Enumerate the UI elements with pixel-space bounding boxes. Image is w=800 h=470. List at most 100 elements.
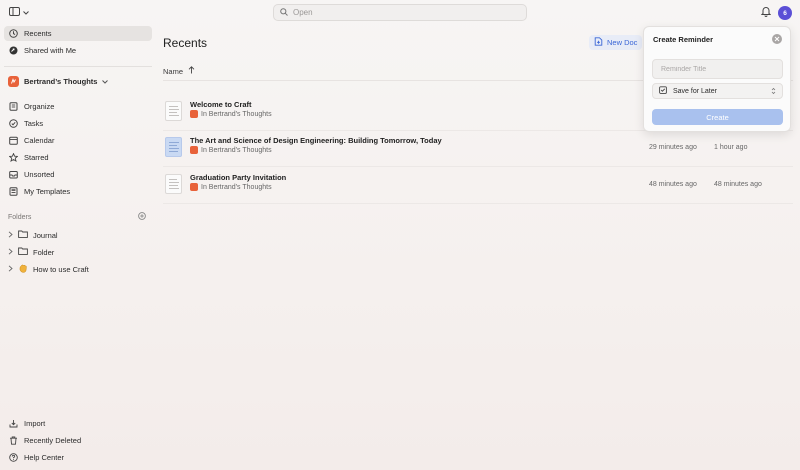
sidebar-item-label: Help Center — [24, 453, 65, 462]
sidebar: Recents Shared with Me Bertrand’s Though… — [0, 26, 153, 470]
folders-header: Folders — [8, 212, 146, 222]
chevron-right-icon — [8, 230, 13, 240]
sidebar-item-shared-with-me[interactable]: Shared with Me — [4, 43, 152, 58]
import-icon — [9, 419, 18, 428]
document-created: 48 minutes ago — [714, 181, 762, 188]
document-location-label: In Bertrand’s Thoughts — [201, 146, 272, 154]
document-modified: 48 minutes ago — [649, 181, 697, 188]
sidebar-item-organize[interactable]: Organize — [4, 99, 152, 114]
folders-heading: Folders — [8, 213, 32, 221]
trash-icon — [9, 436, 18, 445]
sidebar-item-starred[interactable]: Starred — [4, 150, 152, 165]
sidebar-item-label: Calendar — [24, 136, 55, 145]
sidebar-item-label: Organize — [24, 102, 55, 111]
search-bar[interactable] — [273, 4, 527, 21]
chevron-right-icon — [8, 247, 13, 257]
organize-icon — [9, 102, 18, 111]
space-logo-icon — [8, 75, 19, 87]
sidebar-item-label: Recently Deleted — [24, 436, 82, 445]
new-doc-button[interactable]: New Doc — [589, 35, 643, 50]
document-modified: 29 minutes ago — [649, 144, 697, 151]
sidebar-item-label: Import — [24, 419, 46, 428]
space-logo-icon — [190, 146, 198, 154]
folder-label: Folder — [33, 247, 55, 257]
space-logo-icon — [190, 183, 198, 191]
create-reminder-button[interactable]: Create — [652, 109, 783, 125]
table-row[interactable]: The Art and Science of Design Engineerin… — [163, 131, 793, 167]
folder-label: Journal — [33, 230, 58, 240]
document-location: In Bertrand’s Thoughts — [190, 183, 272, 191]
sidebar-item-label: Starred — [24, 153, 49, 162]
top-bar: 6 — [0, 0, 800, 26]
avatar[interactable]: 6 — [778, 6, 792, 20]
document-created: 1 hour ago — [714, 144, 748, 151]
document-title: The Art and Science of Design Engineerin… — [190, 136, 442, 145]
clock-icon — [9, 29, 18, 38]
sort-label: Name — [163, 66, 184, 76]
folder-item-journal[interactable]: Journal — [8, 228, 58, 242]
chevron-down-icon — [102, 77, 109, 86]
save-later-icon — [659, 86, 667, 96]
sidebar-item-help-center[interactable]: Help Center — [4, 450, 152, 465]
reminder-list-value: Save for Later — [673, 87, 717, 95]
template-icon — [9, 187, 18, 196]
sidebar-toggle-button[interactable] — [9, 7, 29, 18]
close-icon — [774, 35, 780, 44]
folder-item-how-to-use-craft[interactable]: How to use Craft — [8, 262, 89, 276]
space-name: Bertrand’s Thoughts — [24, 76, 98, 86]
sort-by-name-button[interactable]: Name — [163, 66, 195, 76]
page-title: Recents — [163, 36, 208, 50]
search-input[interactable] — [293, 8, 513, 17]
sidebar-item-my-templates[interactable]: My Templates — [4, 184, 152, 199]
space-logo-icon — [190, 110, 198, 118]
document-location-label: In Bertrand’s Thoughts — [201, 183, 272, 191]
folder-label: How to use Craft — [33, 264, 89, 274]
document-title: Welcome to Craft — [190, 100, 252, 109]
sidebar-item-recents[interactable]: Recents — [4, 26, 152, 41]
help-icon — [9, 453, 18, 462]
search-icon — [280, 7, 288, 18]
sidebar-item-calendar[interactable]: Calendar — [4, 133, 152, 148]
notifications-button[interactable] — [760, 6, 772, 19]
chevron-right-icon — [8, 264, 13, 274]
arrow-up-icon — [188, 66, 195, 76]
sidebar-item-label: Unsorted — [24, 170, 55, 179]
reminder-title-input[interactable] — [652, 59, 783, 79]
close-button[interactable] — [772, 34, 782, 44]
sidebar-item-label: Tasks — [24, 119, 44, 128]
document-location: In Bertrand’s Thoughts — [190, 146, 272, 154]
hand-wave-icon — [18, 264, 28, 275]
sidebar-icon — [9, 7, 20, 18]
folder-icon — [18, 247, 28, 257]
sidebar-item-label: Recents — [24, 29, 52, 38]
new-doc-icon — [594, 37, 603, 48]
sidebar-item-label: Shared with Me — [24, 46, 77, 55]
inbox-icon — [9, 170, 18, 179]
create-reminder-popover: Create Reminder Save for Later Create — [643, 26, 791, 132]
sidebar-item-unsorted[interactable]: Unsorted — [4, 167, 152, 182]
calendar-icon — [9, 136, 18, 145]
sidebar-divider — [4, 66, 152, 67]
chevron-down-icon — [23, 8, 29, 17]
sidebar-item-import[interactable]: Import — [4, 416, 152, 431]
document-thumbnail — [165, 174, 182, 194]
updown-chevron-icon — [771, 87, 776, 97]
document-thumbnail — [165, 137, 182, 157]
document-title: Graduation Party Invitation — [190, 173, 287, 182]
sidebar-item-label: My Templates — [24, 187, 71, 196]
folder-icon — [18, 230, 28, 240]
sidebar-item-tasks[interactable]: Tasks — [4, 116, 152, 131]
add-folder-button[interactable] — [138, 212, 146, 222]
table-row[interactable]: Graduation Party Invitation In Bertrand’… — [163, 168, 793, 204]
space-switcher[interactable]: Bertrand’s Thoughts — [4, 74, 109, 88]
new-doc-label: New Doc — [607, 38, 638, 47]
shared-icon — [9, 46, 18, 55]
document-thumbnail — [165, 101, 182, 121]
sidebar-item-recently-deleted[interactable]: Recently Deleted — [4, 433, 152, 448]
bell-icon — [760, 7, 772, 19]
tasks-icon — [9, 119, 18, 128]
plus-circle-icon — [138, 212, 146, 222]
popover-title: Create Reminder — [653, 35, 714, 44]
reminder-list-select[interactable]: Save for Later — [652, 83, 783, 99]
folder-item-folder[interactable]: Folder — [8, 245, 54, 259]
